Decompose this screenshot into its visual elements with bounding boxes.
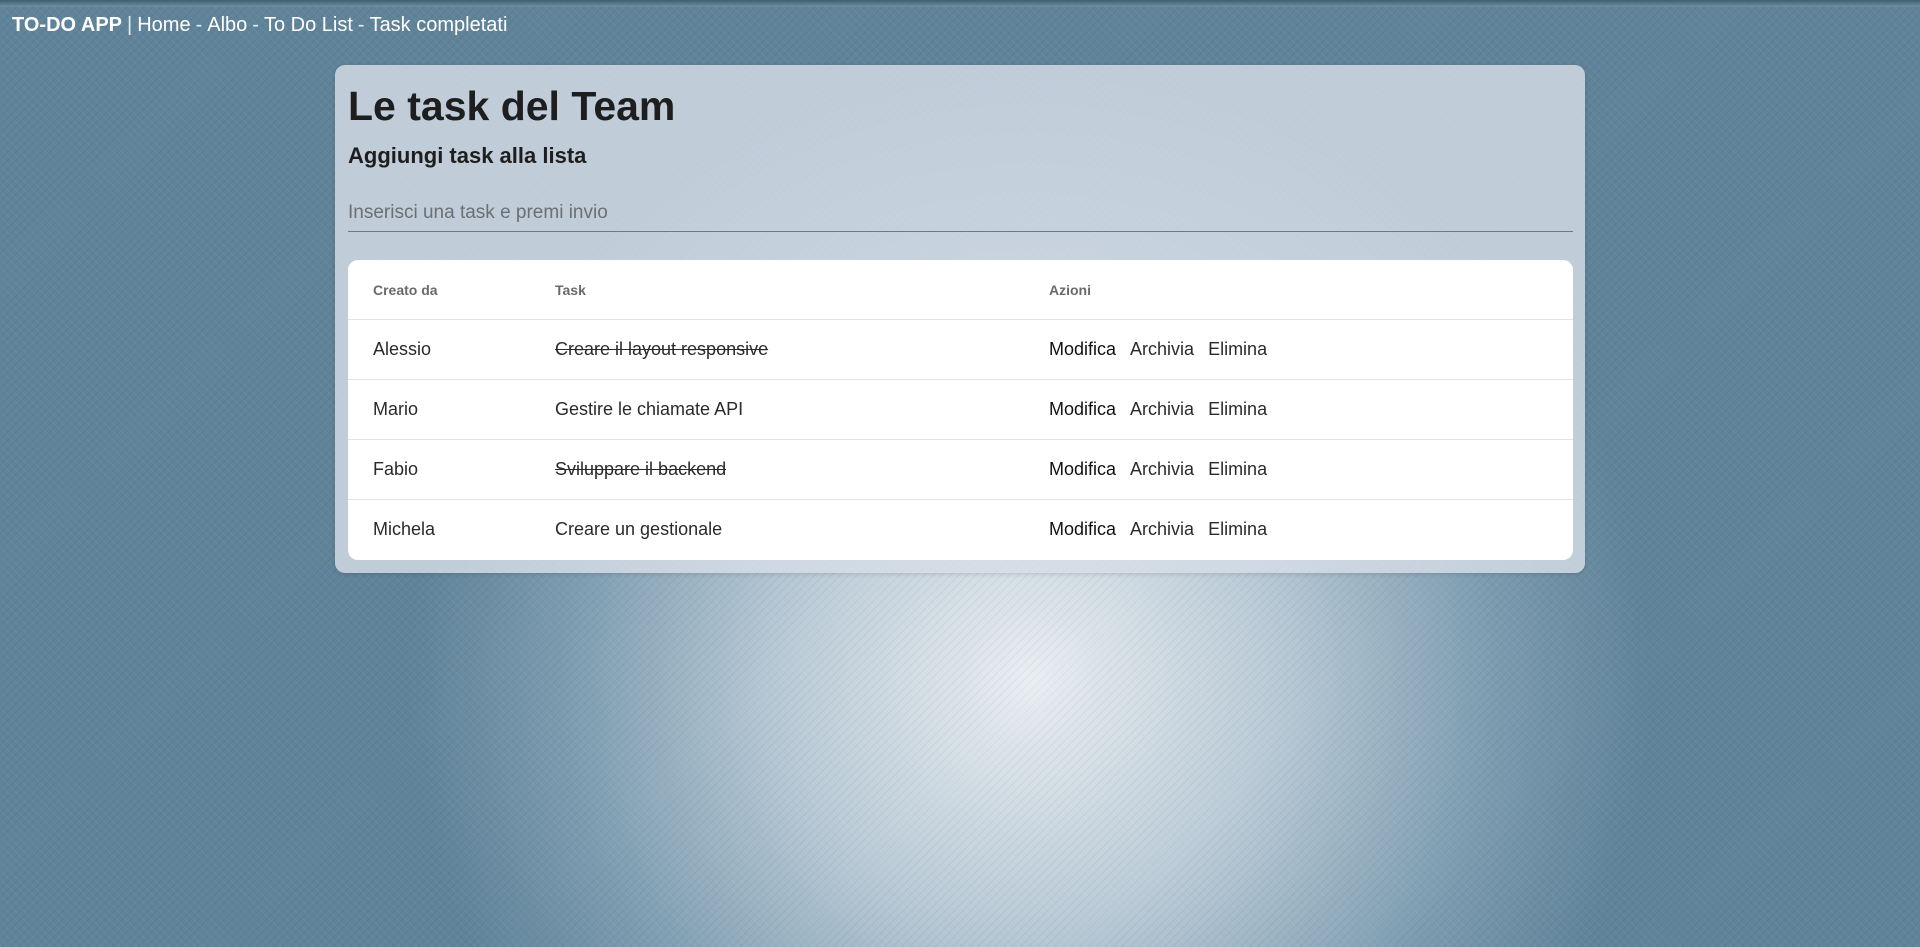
row-author: Michela: [373, 519, 436, 539]
nav-separator: -: [252, 14, 259, 36]
task-text-completed[interactable]: Sviluppare il backend: [555, 459, 726, 479]
task-text-completed[interactable]: Creare il layout responsive: [555, 339, 768, 359]
edit-button[interactable]: Modifica: [1049, 519, 1116, 540]
nav-separator: -: [357, 14, 365, 36]
delete-button[interactable]: Elimina: [1208, 519, 1267, 540]
table-header-row: Creato da Task Azioni: [348, 260, 1573, 320]
header-actions: Azioni: [1049, 260, 1573, 320]
nav-link-albo[interactable]: Albo: [207, 14, 247, 36]
new-task-input[interactable]: [348, 195, 1573, 232]
row-task: Creare un gestionale: [555, 500, 1049, 560]
nav-link-todo-list[interactable]: To Do List: [264, 14, 353, 36]
row-task: Creare il layout responsive: [555, 319, 1049, 380]
row-actions: Modifica Archivia Elimina: [1049, 379, 1573, 440]
table-row: Michela Creare un gestionale Modifica Arc…: [348, 500, 1573, 560]
page-title: Le task del Team: [348, 83, 676, 129]
delete-button[interactable]: Elimina: [1208, 459, 1267, 480]
row-task: Gestire le chiamate API: [555, 379, 1049, 440]
row-author: Mario: [348, 379, 555, 440]
edit-button[interactable]: Modifica: [1049, 459, 1116, 480]
row-task: Sviluppare il backend: [555, 439, 1049, 500]
nav-link-home[interactable]: Home: [137, 14, 190, 36]
row-author: Alessio: [348, 319, 555, 380]
add-task-subtitle: Aggiungi task alla lista: [348, 143, 587, 168]
top-nav: TO-DO APP | Home - Albo - To Do List - Task comp…: [12, 14, 507, 37]
edit-button[interactable]: Modifica: [1049, 399, 1116, 420]
app-brand: TO-DO APP: [12, 14, 123, 36]
archive-button[interactable]: Archivia: [1130, 399, 1194, 420]
brand-separator: |: [127, 14, 133, 36]
edit-button[interactable]: Modifica: [1049, 339, 1116, 360]
delete-button[interactable]: Elimina: [1208, 399, 1267, 420]
delete-button[interactable]: Elimina: [1208, 339, 1267, 360]
task-text[interactable]: Creare un gestionale: [555, 519, 722, 539]
task-text[interactable]: Gestire le chiamate API: [555, 399, 743, 419]
task-table: Creato da Task Azioni Alessio Creare il …: [348, 260, 1573, 559]
top-edge: [0, 0, 1920, 7]
table-row: Alessio Creare il layout responsive Modi…: [348, 319, 1573, 380]
row-actions: Modifica Archivia Elimina: [1049, 500, 1573, 560]
archive-button[interactable]: Archivia: [1130, 339, 1194, 360]
table-row: Mario Gestire le chiamate API Modifica Ar…: [348, 379, 1573, 440]
row-actions: Modifica Archivia Elimina: [1049, 319, 1573, 380]
header-created-by: Creato da: [348, 260, 555, 320]
header-task: Task: [555, 260, 1049, 320]
task-card: Le task del Team Aggiungi task alla list…: [335, 65, 1585, 573]
archive-button[interactable]: Archivia: [1130, 519, 1194, 540]
row-actions: Modifica Archivia Elimina: [1049, 439, 1573, 500]
task-table-container: Creato da Task Azioni Alessio Creare il …: [348, 260, 1573, 560]
table-row: Fabio Sviluppare il backend Modifica Arch…: [348, 439, 1573, 500]
nav-separator: -: [195, 14, 203, 36]
nav-link-completed-tasks[interactable]: Task completati: [370, 14, 508, 36]
archive-button[interactable]: Archivia: [1130, 459, 1194, 480]
row-author: Fabio: [348, 439, 555, 500]
